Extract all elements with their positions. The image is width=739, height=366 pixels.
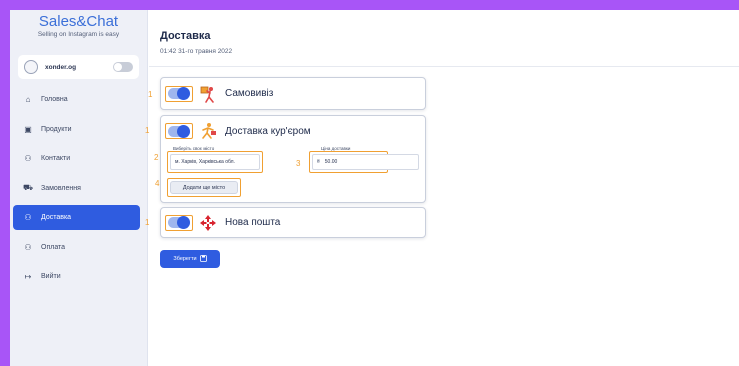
sidebar-item-label: Оплата [41,243,66,251]
user-card[interactable]: xonder.og [18,55,139,79]
nova-poshta-toggle-highlight [165,214,193,231]
annotation-marker: 1 [145,218,150,227]
currency-symbol: ₴ [317,159,320,165]
avatar [24,60,38,74]
add-city-button[interactable]: Додати ще місто [170,181,238,194]
save-button-label: Зберегти [173,256,197,262]
pickup-toggle[interactable] [168,87,190,100]
sidebar-item-label: Доставка [41,214,72,221]
delivery-icon: ⚇ [24,213,32,222]
courier-card: Доставка кур'єром Виберіть своє місто м.… [160,115,426,203]
save-button[interactable]: Зберегти [160,250,220,268]
home-icon: ⌂ [25,95,31,104]
courier-card-header: Доставка кур'єром [161,116,425,146]
sidebar-item-label: Головна [41,96,68,103]
page-header: Доставка 01:42 31-го травня 2022 [160,30,232,55]
nova-poshta-toggle[interactable] [168,216,190,229]
courier-toggle[interactable] [168,124,190,138]
brand-subtitle: Selling on Instagram is easy [37,31,120,38]
main-content: Доставка 01:42 31-го травня 2022 Самовив… [149,10,739,366]
page-title: Доставка [160,30,211,42]
sidebar-nav: ⌂ Головна ▣ Продукти ⚇ Контакти ⛟ Замовл… [13,87,140,294]
annotation-marker: 1 [148,90,153,99]
sidebar-item-products[interactable]: ▣ Продукти [13,117,140,142]
nova-poshta-logo-icon [198,214,218,232]
sidebar-item-label: Продукти [41,125,72,133]
courier-label: Доставка кур'єром [225,125,311,137]
sidebar-item-logout[interactable]: ↦ Вийти [13,264,140,289]
pickup-card: Самовивіз [160,77,426,110]
annotation-marker: 4 [155,179,160,188]
person-carrying-box-icon [198,85,218,103]
sidebar: Sales&Chat Selling on Instagram is easy … [10,10,148,366]
pickup-label: Самовивіз [225,88,274,99]
nova-poshta-card-header: Нова пошта [161,208,425,237]
courier-runner-icon [198,122,218,140]
sidebar-item-label: Контакти [41,155,71,162]
pickup-toggle-highlight [165,85,193,102]
sidebar-item-contacts[interactable]: ⚇ Контакти [13,146,140,171]
sidebar-item-home[interactable]: ⌂ Головна [13,87,140,112]
sidebar-item-payment[interactable]: ⚇ Оплата [13,235,140,260]
annotation-marker: 2 [154,153,159,162]
toggle-knob [177,87,190,100]
sidebar-item-delivery[interactable]: ⚇ Доставка [13,205,140,230]
pickup-card-header: Самовивіз [161,78,425,109]
brand: Sales&Chat Selling on Instagram is easy [10,10,147,39]
logout-icon: ↦ [24,272,32,281]
annotation-marker: 3 [296,159,301,168]
box-icon: ▣ [24,124,32,134]
contacts-icon: ⚇ [24,154,32,163]
price-input[interactable]: ₴ 50.00 [312,154,419,170]
toggle-knob [177,216,190,229]
price-value: 50.00 [324,159,338,165]
theme-toggle[interactable] [113,62,133,72]
payment-icon: ⚇ [24,242,32,252]
save-icon [199,254,207,264]
annotation-marker: 1 [145,126,150,135]
sidebar-item-orders[interactable]: ⛟ Замовлення [13,176,140,201]
toggle-knob [177,124,190,138]
nova-poshta-card: Нова пошта [160,207,426,238]
header-divider [149,66,739,67]
sidebar-item-label: Замовлення [41,184,81,192]
page-timestamp: 01:42 31-го травня 2022 [160,48,233,55]
app-frame: Sales&Chat Selling on Instagram is easy … [10,10,739,366]
username: xonder.og [45,63,77,71]
city-select[interactable]: м. Харків, Харківська обл. [170,154,260,170]
cart-icon: ⛟ [23,183,34,192]
nova-poshta-label: Нова пошта [225,217,281,228]
brand-title: Sales&Chat [38,13,119,30]
courier-toggle-highlight [165,123,193,139]
sidebar-item-label: Вийти [41,273,61,280]
